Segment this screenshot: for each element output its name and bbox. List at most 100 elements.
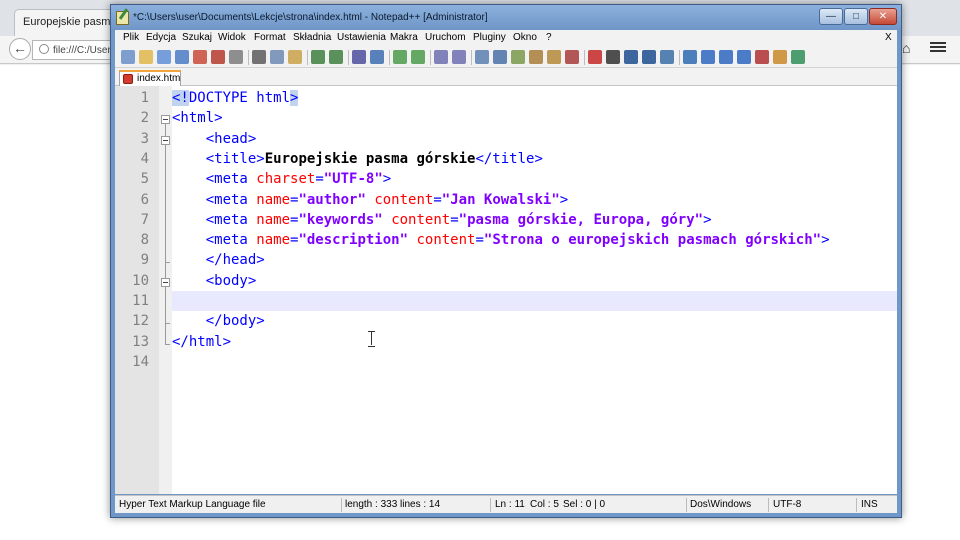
word-wrap-icon[interactable] [475, 50, 489, 64]
cut-icon[interactable] [252, 50, 266, 64]
play-multiple-icon[interactable] [642, 50, 656, 64]
notepad-app-icon[interactable] [116, 11, 129, 25]
next-bookmark-icon[interactable] [719, 50, 733, 64]
fold-toggle-icon[interactable] [161, 135, 170, 145]
close-document-x[interactable]: X [885, 32, 892, 43]
code-line[interactable]: <meta charset="UTF-8"> [172, 171, 391, 187]
code-token: "author" [298, 191, 366, 208]
document-tab-label: index.html [137, 73, 181, 84]
hamburger-menu-icon[interactable] [930, 40, 946, 56]
code-token: name [256, 211, 291, 228]
find-icon[interactable] [352, 50, 366, 64]
menu-format[interactable]: Format [254, 32, 286, 43]
close-all-icon[interactable] [211, 50, 225, 64]
code-token: Europejskie pasma górskie [264, 150, 476, 167]
menu-edycja[interactable]: Edycja [146, 32, 176, 43]
code-token: > [290, 90, 299, 106]
code-token: > [382, 171, 392, 188]
save-icon[interactable] [157, 50, 171, 64]
code-line[interactable]: <head> [172, 131, 257, 147]
fold-toggle-icon[interactable] [161, 115, 170, 125]
doc-map-icon[interactable] [547, 50, 561, 64]
menu-okno[interactable]: Okno [513, 32, 537, 43]
status-ln: Ln : 11 [495, 499, 525, 510]
zoom-out-icon[interactable] [411, 50, 425, 64]
code-line[interactable]: </html> [172, 334, 231, 350]
document-tab[interactable]: index.html [119, 70, 181, 87]
close-window-button[interactable]: ✕ [869, 8, 897, 25]
status-sel: Sel : 0 | 0 [563, 499, 606, 510]
sync-vertical-icon[interactable] [434, 50, 448, 64]
code-token: "pasma górskie, Europa, góry" [458, 211, 704, 228]
copy-icon[interactable] [270, 50, 284, 64]
code-line[interactable]: <!DOCTYPE html> [172, 90, 299, 106]
status-eol[interactable]: Dos\Windows [690, 499, 751, 510]
code-line[interactable]: </head> [172, 252, 265, 268]
menu-help[interactable]: ? [546, 32, 552, 43]
minimize-button[interactable]: — [819, 8, 843, 25]
line-number: 4 [140, 150, 149, 167]
show-all-chars-icon[interactable] [493, 50, 507, 64]
browser-tab[interactable]: Europejskie pasma górskie [14, 9, 118, 36]
code-line[interactable]: <meta name="author" content="Jan Kowalsk… [172, 191, 569, 208]
compare-icon[interactable] [773, 50, 787, 64]
print-icon[interactable] [229, 50, 243, 64]
code-token: > [559, 191, 569, 208]
indent-guide-icon[interactable] [511, 50, 525, 64]
prev-bookmark-icon[interactable] [701, 50, 715, 64]
menu-ustawienia[interactable]: Ustawienia [337, 32, 386, 43]
stop-record-icon[interactable] [606, 50, 620, 64]
code-token: = [475, 232, 484, 249]
zoom-in-icon[interactable] [393, 50, 407, 64]
code-token: DOCTYPE html [188, 90, 291, 106]
menu-skladnia[interactable]: Składnia [293, 32, 331, 43]
user-lang-icon[interactable] [529, 50, 543, 64]
menu-szukaj[interactable]: Szukaj [182, 32, 212, 43]
line-number: 7 [140, 211, 149, 228]
code-line[interactable]: <title>Europejskie pasma górskie</title> [172, 151, 543, 167]
line-number: 6 [140, 191, 149, 208]
sync-horizontal-icon[interactable] [452, 50, 466, 64]
code-editor[interactable]: 1 <!DOCTYPE html> 2 <html> 3 <head> 4 <title>… [115, 86, 897, 494]
code-line[interactable]: <html> [172, 110, 223, 126]
toggle-bookmark-icon[interactable] [737, 50, 751, 64]
address-bar[interactable]: file:///C:/Users/user/Documents/Lekcje/s… [32, 40, 122, 60]
menu-bar: Plik Edycja Szukaj Widok Format Składnia… [115, 30, 897, 47]
play-macro-icon[interactable] [624, 50, 638, 64]
save-all-icon[interactable] [175, 50, 189, 64]
menu-pluginy[interactable]: Pluginy [473, 32, 506, 43]
code-line[interactable]: <body> [172, 273, 257, 289]
replace-icon[interactable] [370, 50, 384, 64]
fold-toggle-icon[interactable] [161, 277, 170, 287]
maximize-button[interactable]: □ [844, 8, 868, 25]
record-macro-icon[interactable] [588, 50, 602, 64]
code-line[interactable]: <meta name="keywords" content="pasma gór… [172, 212, 712, 228]
paste-icon[interactable] [288, 50, 302, 64]
fold-all-icon[interactable] [683, 50, 697, 64]
menu-widok[interactable]: Widok [218, 32, 246, 43]
code-line[interactable]: <meta name="description" content="Strona… [172, 232, 830, 248]
status-encoding[interactable]: UTF-8 [773, 499, 801, 510]
save-macro-icon[interactable] [660, 50, 674, 64]
back-arrow-icon[interactable]: ← [9, 38, 31, 60]
title-bar[interactable]: *C:\Users\user\Documents\Lekcje\strona\i… [111, 5, 901, 31]
menu-makra[interactable]: Makra [390, 32, 418, 43]
open-file-icon[interactable] [139, 50, 153, 64]
function-list-icon[interactable] [565, 50, 579, 64]
undo-icon[interactable] [311, 50, 325, 64]
code-token: "UTF-8" [323, 171, 383, 188]
menu-uruchom[interactable]: Uruchom [425, 32, 466, 43]
redo-icon[interactable] [329, 50, 343, 64]
code-line[interactable]: </body> [172, 313, 265, 329]
home-icon[interactable]: ⌂ [902, 40, 916, 56]
close-icon[interactable] [193, 50, 207, 64]
check-icon[interactable] [791, 50, 805, 64]
new-file-icon[interactable] [121, 50, 135, 64]
spellcheck-icon[interactable] [755, 50, 769, 64]
menu-plik[interactable]: Plik [123, 32, 139, 43]
